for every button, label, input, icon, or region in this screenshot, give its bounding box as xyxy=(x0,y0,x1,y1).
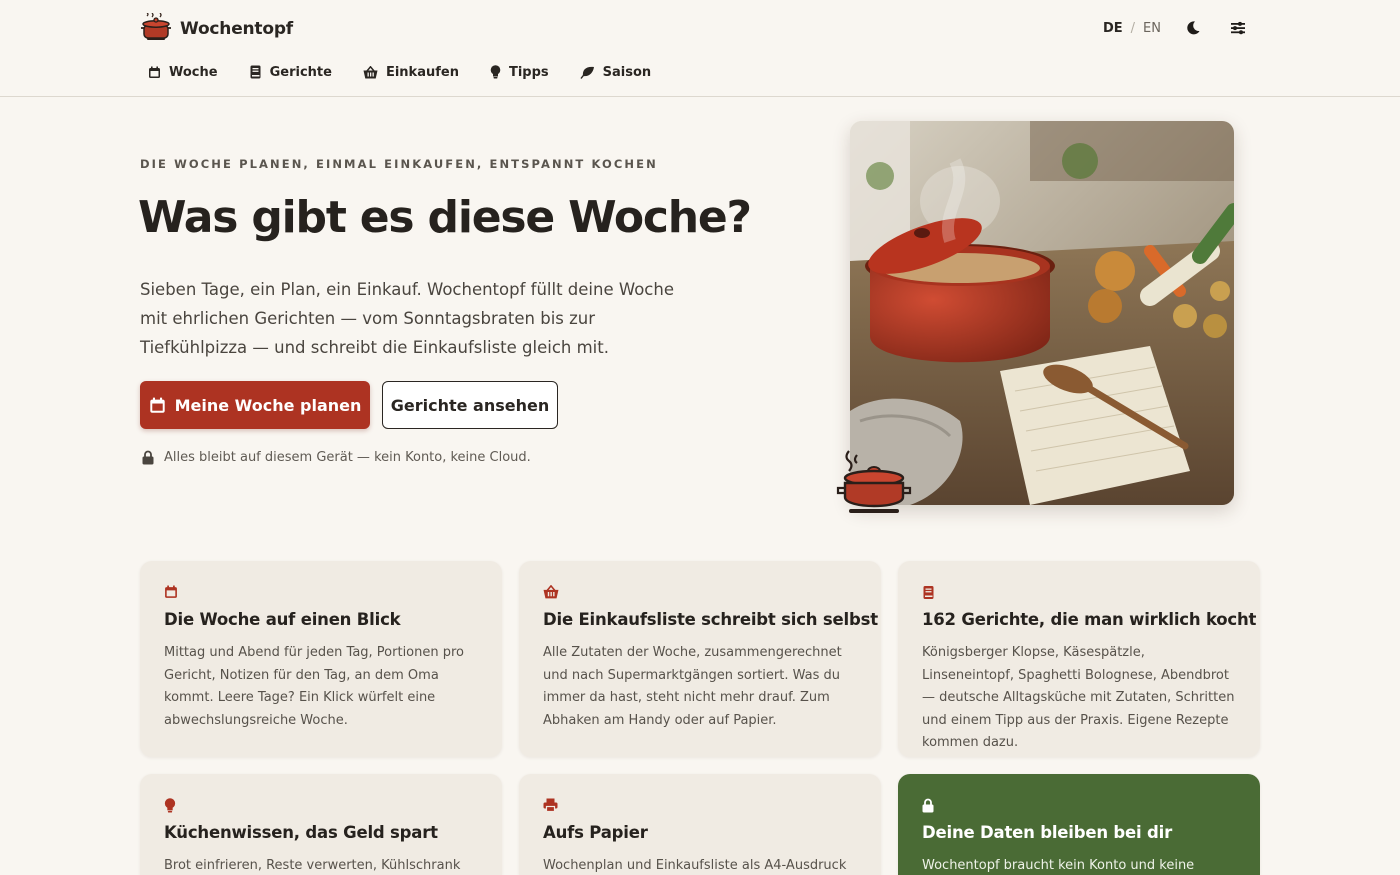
main-nav: Woche Gerichte Einkaufen Tipps Saison xyxy=(148,60,682,84)
calendar-icon xyxy=(165,585,177,598)
nav-item-einkaufen[interactable]: Einkaufen xyxy=(363,65,459,80)
lightbulb-icon xyxy=(490,65,501,79)
brand-name: Wochentopf xyxy=(180,19,294,39)
feature-title: Deine Daten bleiben bei dir xyxy=(922,823,1173,842)
feature-card-week: Die Woche auf einen Blick Mittag und Abe… xyxy=(140,561,502,757)
basket-icon xyxy=(363,65,378,78)
feature-text: Königsberger Klopse, Käsespätzle, Linsen… xyxy=(922,645,1235,750)
calendar-icon xyxy=(149,397,165,413)
feature-card-shopping: Die Einkaufsliste schreibt sich selbst A… xyxy=(519,561,881,757)
nav-item-gerichte[interactable]: Gerichte xyxy=(249,65,332,80)
lock-icon xyxy=(922,798,934,812)
feature-title: Aufs Papier xyxy=(543,823,648,842)
feature-text: Mittag und Abend für jeden Tag, Portione… xyxy=(164,645,465,728)
feature-card-tips: Küchenwissen, das Geld spart Brot einfri… xyxy=(140,774,502,875)
printer-icon xyxy=(543,798,558,812)
feature-card-print: Aufs Papier Wochenplan und Einkaufsliste… xyxy=(519,774,881,875)
basket-icon xyxy=(543,585,559,599)
nav-item-label: Woche xyxy=(169,64,218,80)
nav-item-woche[interactable]: Woche xyxy=(148,65,218,80)
lang-en-link[interactable]: EN xyxy=(1143,21,1161,36)
book-icon xyxy=(923,585,934,599)
feature-text: Wochenplan und Einkaufsliste als A4-Ausd… xyxy=(543,858,847,873)
lang-de-link[interactable]: DE xyxy=(1103,21,1123,36)
book-icon xyxy=(250,65,261,79)
pot-logo-icon xyxy=(140,12,172,45)
moon-icon[interactable] xyxy=(1181,16,1205,40)
feature-title: 162 Gerichte, die man wirklich kocht xyxy=(922,610,1257,629)
feature-text: Brot einfrieren, Reste verwerten, Kühlsc… xyxy=(164,858,461,873)
nav-item-label: Einkaufen xyxy=(385,64,459,80)
lightbulb-icon xyxy=(164,797,176,812)
pot-mascot-icon xyxy=(835,445,913,521)
site-header: Wochentopf DE / EN Woche Gerichte Einkau… xyxy=(0,0,1400,97)
nav-item-label: Gerichte xyxy=(269,64,332,80)
hero-title: Was gibt es diese Woche? xyxy=(138,192,752,243)
plan-week-label: Meine Woche planen xyxy=(174,395,362,415)
feature-title: Küchenwissen, das Geld spart xyxy=(164,823,438,842)
header-controls: DE / EN xyxy=(1103,16,1250,40)
feature-card-privacy: Deine Daten bleiben bei dir Wochentopf b… xyxy=(898,774,1260,875)
lang-separator: / xyxy=(1130,20,1136,36)
feature-title: Die Einkaufsliste schreibt sich selbst xyxy=(543,610,878,629)
feature-card-recipes: 162 Gerichte, die man wirklich kocht Kön… xyxy=(898,561,1260,757)
calendar-icon xyxy=(149,66,160,78)
privacy-note: Alles bleibt auf diesem Gerät — kein Kon… xyxy=(142,450,531,465)
lock-icon xyxy=(142,450,154,465)
hero-eyebrow: DIE WOCHE PLANEN, EINMAL EINKAUFEN, ENTS… xyxy=(140,157,658,171)
nav-item-tipps[interactable]: Tipps xyxy=(490,65,549,80)
nav-item-label: Tipps xyxy=(508,64,549,80)
feature-title: Die Woche auf einen Blick xyxy=(164,610,401,629)
brand-logo-link[interactable]: Wochentopf xyxy=(140,12,294,45)
feature-text: Wochentopf braucht kein Konto und keine … xyxy=(922,858,1195,873)
privacy-note-text: Alles bleibt auf diesem Gerät — kein Kon… xyxy=(164,450,531,465)
leaf-icon xyxy=(580,66,594,79)
feature-text: Alle Zutaten der Woche, zusammengerechne… xyxy=(543,645,842,728)
sliders-icon[interactable] xyxy=(1226,16,1250,40)
nav-item-label: Saison xyxy=(602,64,652,80)
nav-item-saison[interactable]: Saison xyxy=(580,64,652,80)
plan-week-button[interactable]: Meine Woche planen xyxy=(140,381,370,429)
view-dishes-label: Gerichte ansehen xyxy=(390,395,550,415)
view-dishes-button[interactable]: Gerichte ansehen xyxy=(382,381,558,429)
hero-description: Sieben Tage, ein Plan, ein Einkauf. Woch… xyxy=(140,280,674,357)
